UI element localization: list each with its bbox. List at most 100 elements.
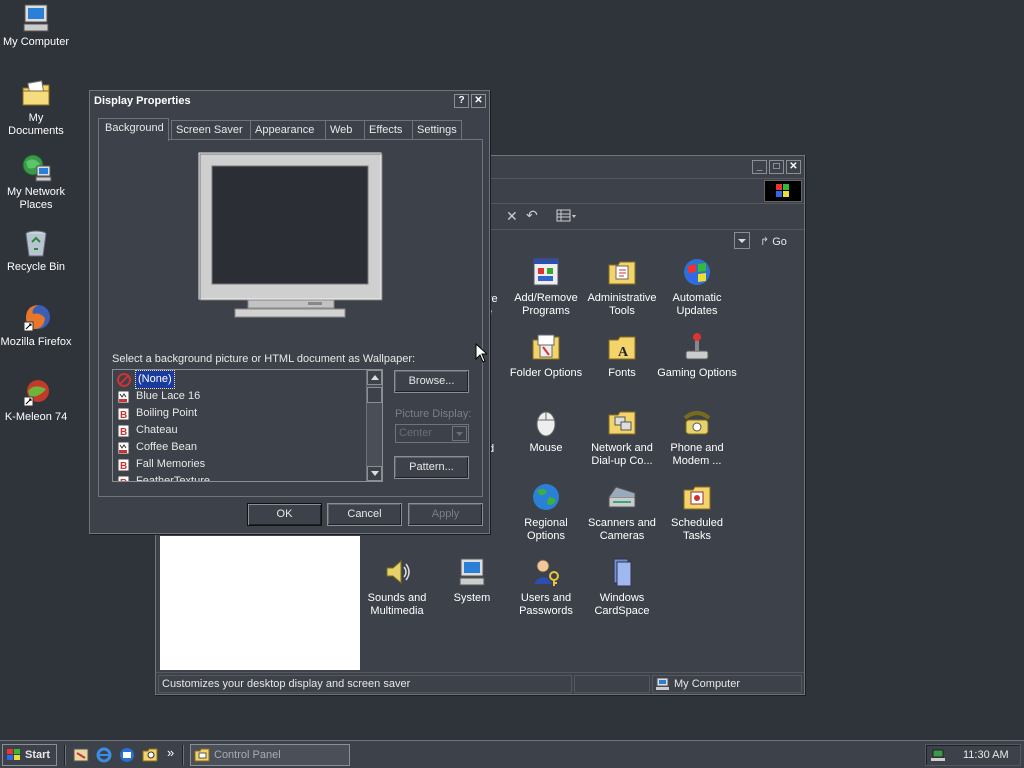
start-button[interactable]: Start	[2, 744, 57, 766]
tab-settings[interactable]: Settings	[412, 120, 462, 140]
display-properties-dialog: Display Properties ? ✕ Background Screen…	[89, 90, 490, 534]
help-button[interactable]: ?	[454, 94, 469, 108]
outlook-express-icon[interactable]	[119, 747, 135, 763]
info-panel	[160, 536, 360, 670]
scanner-icon	[606, 481, 638, 513]
cp-item-administrative-tools[interactable]: Administrative Tools	[582, 256, 662, 318]
list-item[interactable]: B Fall Memories	[113, 456, 382, 473]
svg-text:B: B	[120, 461, 127, 472]
show-desktop-icon[interactable]	[73, 747, 89, 763]
computer-icon	[656, 677, 670, 690]
list-item[interactable]: Blue Lace 16	[113, 388, 382, 405]
svg-text:B: B	[120, 410, 127, 421]
desktop-icon-mozilla-firefox[interactable]: Mozilla Firefox	[0, 302, 72, 349]
windows-flag-icon	[6, 748, 22, 762]
tab-web[interactable]: Web	[325, 120, 365, 140]
cp-item-sounds-multimedia[interactable]: Sounds and Multimedia	[357, 556, 437, 618]
cp-item-label: Scanners and Cameras	[588, 517, 656, 542]
cp-item-windows-cardspace[interactable]: Windows CardSpace	[582, 556, 662, 618]
folder-search-icon[interactable]	[142, 747, 158, 763]
ok-button[interactable]: OK	[247, 503, 322, 526]
list-item-label: Fall Memories	[136, 458, 206, 470]
cp-item-fonts[interactable]: A Fonts	[582, 331, 662, 380]
cp-item-regional-options[interactable]: Regional Options	[506, 481, 586, 543]
cp-item-scheduled-tasks[interactable]: Scheduled Tasks	[657, 481, 737, 543]
tab-effects[interactable]: Effects	[364, 120, 413, 140]
wallpaper-label: Select a background picture or HTML docu…	[112, 353, 416, 365]
minimize-button[interactable]: _	[752, 160, 767, 174]
list-item[interactable]: (None)	[113, 370, 382, 389]
chevron-down-icon	[452, 426, 467, 441]
cp-item-label: Regional Options	[524, 517, 568, 542]
cp-item-label: Sounds and Multimedia	[367, 592, 427, 617]
fonts-icon: A	[606, 331, 638, 363]
scroll-up-button[interactable]	[367, 370, 382, 385]
desktop-icon-my-documents[interactable]: My Documents	[0, 78, 72, 138]
network-tray-icon[interactable]	[931, 748, 947, 762]
quicklaunch-chevron[interactable]: »	[167, 745, 174, 760]
list-item-label: Chateau	[136, 424, 178, 436]
address-dropdown-button[interactable]	[734, 232, 750, 249]
status-text: Customizes your desktop display and scre…	[158, 675, 572, 693]
administrative-tools-icon	[606, 256, 638, 288]
cp-item-label: Administrative Tools	[587, 292, 657, 317]
mouse-icon	[530, 406, 562, 438]
wallpaper-list[interactable]: (None) Blue Lace 16 B Boiling Point B Ch…	[112, 369, 383, 482]
maximize-button[interactable]: □	[769, 160, 784, 174]
scroll-thumb[interactable]	[367, 387, 382, 403]
desktop-icon-label: Mozilla Firefox	[0, 336, 72, 348]
scroll-down-button[interactable]	[367, 466, 382, 481]
delete-icon[interactable]: ✕	[506, 208, 518, 225]
bitmap-icon: B	[117, 458, 131, 472]
svg-text:B: B	[120, 478, 127, 483]
computer-icon	[20, 2, 52, 34]
bitmap-icon: B	[117, 475, 131, 483]
tab-background[interactable]: Background	[98, 118, 169, 141]
taskbar-divider	[64, 745, 66, 765]
cancel-button[interactable]: Cancel	[327, 503, 402, 526]
list-item[interactable]: Coffee Bean	[113, 439, 382, 456]
list-item[interactable]: B Chateau	[113, 422, 382, 439]
cp-item-phone-modem[interactable]: Phone and Modem ...	[657, 406, 737, 468]
go-label: Go	[772, 235, 787, 248]
go-button[interactable]: ↱ Go	[760, 233, 787, 250]
list-item[interactable]: B FeatherTexture	[113, 473, 382, 483]
tab-appearance[interactable]: Appearance	[250, 120, 326, 140]
cp-item-scanners-cameras[interactable]: Scanners and Cameras	[582, 481, 662, 543]
close-button[interactable]: ✕	[786, 160, 801, 174]
svg-text:B: B	[120, 427, 127, 438]
tab-screen-saver[interactable]: Screen Saver	[171, 120, 251, 140]
views-icon[interactable]	[556, 209, 576, 223]
globe-icon	[530, 481, 562, 513]
clock[interactable]: 11:30 AM	[963, 749, 1009, 761]
network-places-icon	[20, 152, 52, 184]
undo-icon[interactable]: ↶	[526, 207, 538, 224]
list-scrollbar[interactable]	[366, 370, 382, 481]
close-button[interactable]: ✕	[471, 94, 486, 108]
cp-item-mouse[interactable]: Mouse	[506, 406, 586, 455]
cp-item-system[interactable]: System	[432, 556, 512, 605]
cp-item-automatic-updates[interactable]: Automatic Updates	[657, 256, 737, 318]
cp-item-label: Gaming Options	[657, 367, 737, 379]
internet-explorer-icon[interactable]	[96, 747, 112, 763]
apply-button[interactable]: Apply	[408, 503, 483, 526]
cp-item-users-passwords[interactable]: Users and Passwords	[506, 556, 586, 618]
desktop-icon-my-computer[interactable]: My Computer	[0, 2, 72, 49]
status-location-label: My Computer	[674, 678, 741, 690]
cp-item-network-dialup[interactable]: Network and Dial-up Co...	[582, 406, 662, 468]
windows-logo-icon	[764, 180, 802, 202]
pattern-button[interactable]: Pattern...	[394, 456, 469, 479]
cp-item-add-remove-programs[interactable]: Add/Remove Programs	[506, 256, 586, 318]
browse-button[interactable]: Browse...	[394, 370, 469, 393]
cp-item-gaming-options[interactable]: Gaming Options	[657, 331, 737, 380]
desktop-icon-my-network-places[interactable]: My Network Places	[0, 152, 72, 212]
list-item[interactable]: B Boiling Point	[113, 405, 382, 422]
list-item-label: FeatherTexture	[136, 475, 210, 482]
desktop-icon-k-meleon[interactable]: K-Meleon 74	[0, 377, 72, 424]
desktop-icon-recycle-bin[interactable]: Recycle Bin	[0, 227, 72, 274]
joystick-icon	[681, 331, 713, 363]
picture-display-label: Picture Display:	[395, 408, 472, 420]
cp-item-folder-options[interactable]: Folder Options	[506, 331, 586, 380]
monitor-preview	[198, 152, 383, 324]
task-control-panel[interactable]: Control Panel	[190, 744, 350, 766]
